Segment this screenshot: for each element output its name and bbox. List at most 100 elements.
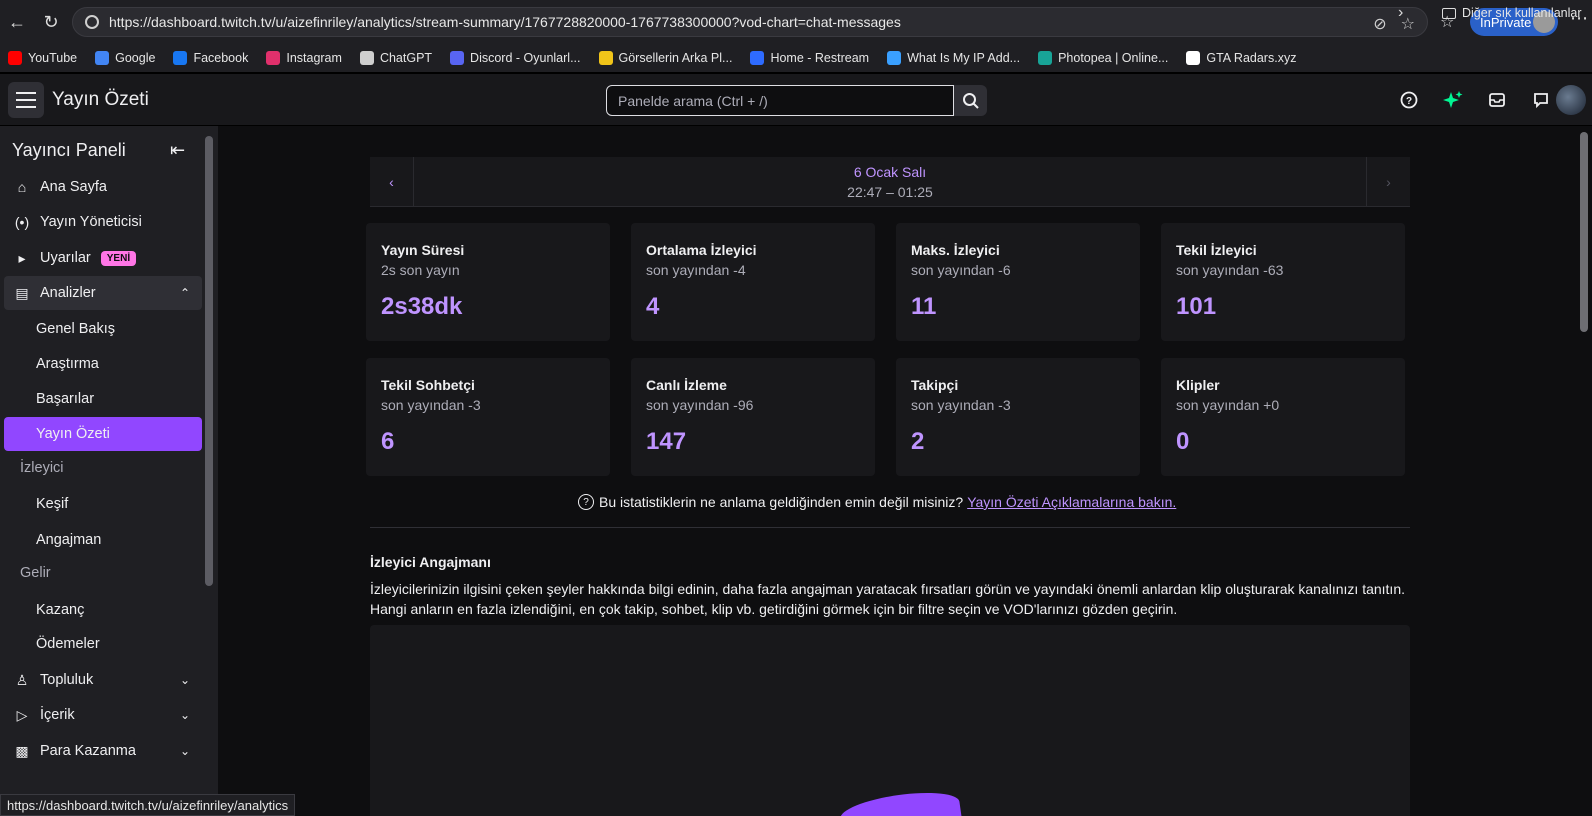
bookmark-label: Görsellerin Arka Pl...	[618, 51, 733, 65]
bookmark-label: Instagram	[286, 51, 342, 65]
bookmark-item[interactable]: Discord - Oyunlarl...	[450, 51, 581, 65]
chevron-right-icon[interactable]: ›	[1398, 4, 1403, 22]
bookmark-item[interactable]: Google	[95, 51, 155, 65]
sidebar-item-alerts[interactable]: ▸ Uyarılar YENİ	[4, 241, 202, 275]
sidebar-item-label: Ana Sayfa	[40, 179, 107, 195]
chevron-down-icon: ⌄	[179, 708, 190, 722]
sidebar-item-label: Angajman	[36, 532, 102, 548]
sidebar-item-engagement[interactable]: Angajman	[4, 523, 202, 557]
browser-toolbar: ← ↻ https://dashboard.twitch.tv/u/aizefi…	[0, 0, 1592, 44]
stat-card-avg-viewers: Ortalama İzleyici son yayından -4 4	[631, 223, 875, 341]
main-scrollbar[interactable]	[1580, 132, 1588, 332]
sidebar-item-label: Yayın Özeti	[36, 426, 110, 442]
bookmarks-bar: YouTube Google Facebook Instagram ChatGPT Dis…	[0, 44, 1592, 72]
stat-title: Canlı İzleme	[646, 377, 727, 393]
sidebar-item-analytics[interactable]: ▤ Analizler ⌃	[4, 276, 202, 310]
bookmark-item[interactable]: GTA Radars.xyz	[1186, 51, 1296, 65]
bookmark-item[interactable]: ChatGPT	[359, 51, 432, 65]
discord-icon	[450, 51, 465, 65]
sidebar-item-achievements[interactable]: Başarılar	[4, 382, 202, 416]
youtube-icon	[8, 51, 22, 65]
inbox-icon[interactable]	[1486, 89, 1508, 111]
stat-card-unique-chatters: Tekil Sohbetçi son yayından -3 6	[366, 358, 610, 476]
refresh-icon[interactable]: ↻	[36, 7, 66, 37]
bookmark-item[interactable]: What Is My IP Add...	[887, 51, 1020, 65]
bookmark-label: Home - Restream	[770, 51, 870, 65]
stat-value: 147	[646, 428, 687, 455]
bookmark-label: Facebook	[193, 51, 249, 65]
collapse-sidebar-icon[interactable]: ⇤	[170, 140, 185, 161]
sidebar-item-community[interactable]: ♙ Topluluk ⌄	[4, 663, 202, 697]
back-icon[interactable]: ←	[2, 7, 32, 37]
stream-time: 22:47 – 01:25	[847, 184, 933, 200]
bookmark-item[interactable]: Facebook	[173, 51, 248, 65]
content-icon: ▷	[16, 706, 28, 723]
sidebar-item-content[interactable]: ▷ İçerik ⌄	[4, 698, 202, 732]
sidebar-scrollbar[interactable]	[205, 136, 213, 586]
date-navigator: ‹ 6 Ocak Salı 22:47 – 01:25 ›	[370, 157, 1410, 207]
next-stream-button[interactable]: ›	[1366, 157, 1410, 207]
sidebar-item-research[interactable]: Araştırma	[4, 347, 202, 381]
sidebar-item-stream-manager[interactable]: (•) Yayın Yöneticisi	[4, 205, 202, 239]
loading-illustration	[838, 786, 962, 816]
stat-title: Tekil Sohbetçi	[381, 377, 475, 393]
whispers-icon[interactable]	[1530, 89, 1552, 111]
sidebar-item-label: Kazanç	[36, 602, 85, 618]
sidebar-title: Yayıncı Paneli	[12, 140, 126, 160]
sidebar-item-earnings[interactable]: Kazanç	[4, 593, 202, 627]
tracking-prevention-icon[interactable]: ⊘	[1373, 14, 1386, 34]
user-avatar[interactable]	[1556, 85, 1586, 115]
search-input[interactable]: Panelde arama (Ctrl + /)	[606, 85, 954, 116]
menu-icon[interactable]	[8, 82, 44, 118]
sidebar-item-overview[interactable]: Genel Bakış	[4, 312, 202, 346]
bookmark-item[interactable]: Görsellerin Arka Pl...	[598, 51, 733, 65]
monetization-icon: ▩	[15, 742, 29, 759]
bookmark-label: GTA Radars.xyz	[1206, 51, 1297, 65]
google-icon	[95, 51, 110, 65]
analytics-icon: ▤	[15, 284, 29, 301]
sidebar-item-stream-summary[interactable]: Yayın Özeti	[4, 417, 202, 451]
page-title: Yayın Özeti	[52, 89, 149, 110]
sidebar-item-label: Genel Bakış	[36, 321, 115, 337]
site-info-icon[interactable]	[85, 15, 99, 29]
bookmark-item[interactable]: Instagram	[266, 51, 342, 65]
search-placeholder: Panelde arama (Ctrl + /)	[618, 92, 768, 109]
stat-title: Yayın Süresi	[381, 242, 465, 258]
search-button[interactable]	[954, 85, 987, 116]
stat-value: 6	[381, 428, 395, 455]
sidebar-item-label: Keşif	[36, 496, 69, 512]
stat-value: 101	[1176, 293, 1217, 320]
stat-value: 11	[911, 293, 937, 320]
sidebar: Yayıncı Paneli ⇤ ⌂ Ana Sayfa (•) Yayın Y…	[0, 126, 218, 816]
sidebar-item-label: Yayın Yöneticisi	[40, 214, 142, 230]
restream-icon	[750, 51, 765, 65]
chevron-down-icon: ⌄	[179, 744, 190, 758]
status-bar-url: https://dashboard.twitch.tv/u/aizefinril…	[0, 794, 296, 816]
sparkle-icon[interactable]	[1442, 89, 1464, 111]
divider	[370, 527, 1410, 528]
megaphone-icon: ▸	[18, 249, 26, 266]
help-icon[interactable]: ?	[1398, 89, 1420, 111]
chatgpt-icon	[359, 51, 374, 65]
stat-card-followers: Takipçi son yayından -3 2	[896, 358, 1140, 476]
bookmark-item[interactable]: YouTube	[8, 51, 77, 65]
home-icon: ⌂	[17, 179, 27, 195]
bookmark-item[interactable]: Home - Restream	[750, 51, 869, 65]
stream-date: 6 Ocak Salı	[853, 164, 927, 180]
stat-card-duration: Yayın Süresi 2s son yayın 2s38dk	[366, 223, 610, 341]
main-content: ‹ 6 Ocak Salı 22:47 – 01:25 › Yayın Süre…	[218, 126, 1592, 816]
bookmark-item[interactable]: Photopea | Online...	[1038, 51, 1168, 65]
engagement-chart-panel	[370, 625, 1410, 816]
sidebar-item-home[interactable]: ⌂ Ana Sayfa	[4, 170, 202, 204]
stat-title: Klipler	[1176, 377, 1220, 393]
sidebar-item-discovery[interactable]: Keşif	[4, 487, 202, 521]
sidebar-item-monetization[interactable]: ▩ Para Kazanma ⌄	[4, 734, 202, 768]
address-bar[interactable]: https://dashboard.twitch.tv/u/aizefinril…	[72, 7, 1428, 37]
help-link[interactable]: Yayın Özeti Açıklamalarına bakın.	[967, 494, 1176, 510]
stat-value: 0	[1176, 428, 1190, 455]
sidebar-item-payouts[interactable]: Ödemeler	[4, 627, 202, 661]
globe-icon	[887, 51, 902, 65]
stat-title: Takipçi	[911, 377, 959, 393]
sidebar-item-label: Araştırma	[36, 356, 99, 372]
other-favorites[interactable]: Diğer sık kullanılanlar	[1442, 6, 1582, 20]
